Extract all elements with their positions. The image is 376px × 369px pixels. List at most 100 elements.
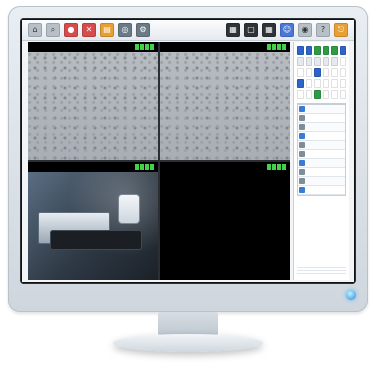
calendar-day[interactable] <box>305 79 312 88</box>
signal-strength <box>252 164 286 170</box>
table-row[interactable] <box>298 150 345 159</box>
calendar-day[interactable] <box>297 57 304 66</box>
calendar-day[interactable] <box>322 79 329 88</box>
power-led <box>346 290 356 300</box>
calendar-day[interactable] <box>339 46 346 55</box>
calendar-day[interactable] <box>331 46 338 55</box>
signal-bar <box>145 44 149 50</box>
calendar-day[interactable] <box>305 68 312 77</box>
row-cell-2 <box>318 177 335 185</box>
signal-bar <box>282 44 286 50</box>
calendar-day[interactable] <box>322 46 329 55</box>
signal-bar <box>282 164 286 170</box>
delete-icon[interactable]: ✕ <box>82 23 96 37</box>
row-cell-1 <box>307 105 319 113</box>
calendar-day[interactable] <box>322 57 329 66</box>
record-icon[interactable]: ● <box>64 23 78 37</box>
row-cell-1 <box>307 114 319 122</box>
calendar-day[interactable] <box>314 46 321 55</box>
toolbar-left: ⌂ ⌕ ● ✕ ▤ ◎ ⚙ <box>28 23 150 37</box>
help-icon[interactable]: ? <box>316 23 330 37</box>
row-cell-2 <box>318 168 335 176</box>
row-cell-3 <box>335 114 345 122</box>
row-cell-3 <box>335 150 345 158</box>
signal-bar <box>267 164 271 170</box>
play-icon <box>299 178 306 184</box>
table-row[interactable] <box>298 177 345 186</box>
play-icon <box>299 187 306 193</box>
panel-footer <box>297 267 346 276</box>
table-row[interactable] <box>298 132 345 141</box>
home-icon[interactable]: ⌂ <box>28 23 42 37</box>
calendar-day[interactable] <box>314 57 321 66</box>
calendar-day[interactable] <box>339 68 346 77</box>
calendar-day[interactable] <box>331 79 338 88</box>
calendar-day[interactable] <box>339 90 346 99</box>
row-cell-3 <box>335 123 345 131</box>
search-icon[interactable]: ⌕ <box>46 23 60 37</box>
row-cell-3 <box>335 132 345 140</box>
row-icon-cell <box>298 132 307 140</box>
camera-tile-4[interactable] <box>160 162 290 280</box>
play-icon <box>299 160 306 166</box>
recordings-table <box>297 103 346 196</box>
calendar-day[interactable] <box>305 90 312 99</box>
table-row[interactable] <box>298 123 345 132</box>
quad-view-icon[interactable]: ▦ <box>262 23 276 37</box>
calendar-day[interactable] <box>297 90 304 99</box>
row-icon-cell <box>298 168 307 176</box>
table-row[interactable] <box>298 105 345 114</box>
play-icon <box>299 151 306 157</box>
tile-header <box>160 42 290 52</box>
table-row[interactable] <box>298 114 345 123</box>
camera-tile-3[interactable] <box>28 162 158 280</box>
play-icon <box>299 106 306 112</box>
calendar-day[interactable] <box>331 90 338 99</box>
calendar-day[interactable] <box>314 79 321 88</box>
row-cell-1 <box>307 132 319 140</box>
video-noise <box>28 52 158 160</box>
calendar-day[interactable] <box>339 79 346 88</box>
calendar-day[interactable] <box>314 90 321 99</box>
table-row[interactable] <box>298 141 345 150</box>
camera-tile-2[interactable] <box>160 42 290 160</box>
calendar-day[interactable] <box>314 68 321 77</box>
folder-icon[interactable]: ▤ <box>100 23 114 37</box>
row-cell-3 <box>335 159 345 167</box>
calendar-day[interactable] <box>297 79 304 88</box>
calendar-day[interactable] <box>305 57 312 66</box>
calendar-day[interactable] <box>305 46 312 55</box>
network-icon[interactable]: ◉ <box>298 23 312 37</box>
signal-bar <box>272 164 276 170</box>
calendar-day[interactable] <box>322 90 329 99</box>
table-row[interactable] <box>298 159 345 168</box>
row-icon-cell <box>298 141 307 149</box>
right-panel <box>293 42 349 280</box>
layout-icon[interactable]: ▦ <box>226 23 240 37</box>
row-cell-3 <box>335 168 345 176</box>
calendar-day[interactable] <box>331 57 338 66</box>
table-row[interactable] <box>298 168 345 177</box>
exit-icon[interactable]: ⎋ <box>334 23 348 37</box>
snapshot-icon[interactable]: ◎ <box>118 23 132 37</box>
calendar-day[interactable] <box>297 46 304 55</box>
camera-tile-1[interactable] <box>28 42 158 160</box>
calendar-day[interactable] <box>339 57 346 66</box>
row-cell-2 <box>318 132 335 140</box>
toolbar-right: ▦ ▢ ▦ ☺ ◉ ? ⎋ <box>226 23 348 37</box>
single-view-icon[interactable]: ▢ <box>244 23 258 37</box>
calendar-day[interactable] <box>297 68 304 77</box>
settings-icon[interactable]: ⚙ <box>136 23 150 37</box>
signal-bar <box>150 44 154 50</box>
table-row[interactable] <box>298 186 345 195</box>
user-icon[interactable]: ☺ <box>280 23 294 37</box>
row-icon-cell <box>298 114 307 122</box>
top-toolbar: ⌂ ⌕ ● ✕ ▤ ◎ ⚙ ▦ ▢ ▦ ☺ ◉ ? ⎋ <box>22 20 354 41</box>
play-icon <box>299 115 306 121</box>
signal-bar <box>277 164 281 170</box>
calendar-day[interactable] <box>331 68 338 77</box>
video-noise <box>160 52 290 160</box>
calendar-day[interactable] <box>322 68 329 77</box>
row-cell-2 <box>318 159 335 167</box>
signal-bar <box>150 164 154 170</box>
